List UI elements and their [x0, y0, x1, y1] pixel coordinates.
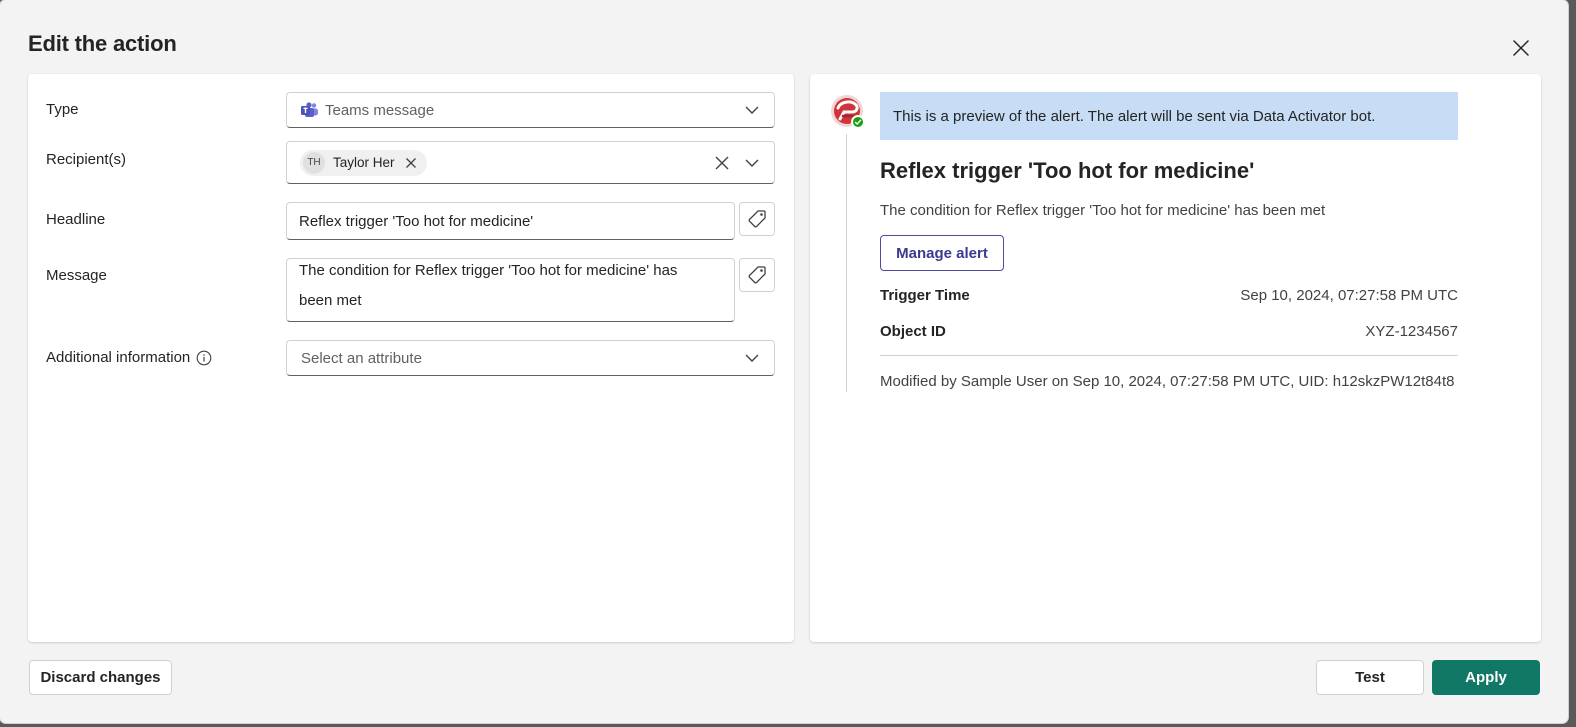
clear-icon[interactable]: [714, 155, 730, 171]
modified-by-text: Modified by Sample User on Sep 10, 2024,…: [880, 373, 1455, 390]
trigger-time-value: Sep 10, 2024, 07:27:58 PM UTC: [1240, 287, 1458, 304]
additional-info-label-text: Additional information: [46, 349, 191, 366]
close-button[interactable]: [1506, 33, 1536, 63]
headline-input[interactable]: Reflex trigger 'Too hot for medicine': [286, 202, 735, 240]
message-label: Message: [46, 267, 107, 284]
recipient-name: Taylor Her: [333, 155, 395, 170]
message-value: The condition for Reflex trigger 'Too ho…: [299, 262, 678, 309]
type-dropdown[interactable]: Teams message: [286, 92, 775, 128]
object-id-value: XYZ-1234567: [1365, 323, 1458, 340]
alert-preview-panel: This is a preview of the alert. The aler…: [810, 74, 1541, 642]
message-insert-tag-button[interactable]: [739, 258, 775, 292]
additional-info-placeholder: Select an attribute: [301, 349, 422, 367]
additional-info-dropdown[interactable]: Select an attribute: [286, 340, 775, 376]
preview-banner-text: This is a preview of the alert. The aler…: [893, 107, 1376, 125]
preview-message: The condition for Reflex trigger 'Too ho…: [880, 202, 1326, 219]
status-badge: [851, 115, 865, 129]
edit-action-dialog: Edit the action Type Teams message Recip…: [0, 0, 1568, 723]
message-label-text: Message: [46, 267, 107, 284]
trigger-time-key: Trigger Time: [880, 287, 970, 304]
apply-button[interactable]: Apply: [1432, 660, 1540, 695]
test-button[interactable]: Test: [1316, 660, 1424, 695]
recipients-label-text: Recipient(s): [46, 151, 127, 168]
teams-icon: [301, 102, 318, 117]
dialog-title: Edit the action: [28, 31, 177, 56]
chevron-down-icon: [744, 350, 760, 366]
avatar: TH: [303, 151, 325, 174]
discard-changes-button[interactable]: Discard changes: [29, 660, 172, 695]
recipient-chip[interactable]: TH Taylor Her: [300, 149, 427, 176]
info-icon[interactable]: [196, 350, 212, 366]
chevron-down-icon[interactable]: [744, 155, 760, 171]
recipients-label: Recipient(s): [46, 151, 126, 168]
headline-label: Headline: [46, 211, 105, 228]
type-label-text: Type: [46, 101, 79, 118]
message-input[interactable]: The condition for Reflex trigger 'Too ho…: [286, 258, 735, 322]
tag-icon: [748, 210, 766, 228]
headline-insert-tag-button[interactable]: [739, 202, 775, 236]
headline-value: Reflex trigger 'Too hot for medicine': [299, 212, 534, 230]
object-id-row: Object ID XYZ-1234567: [880, 323, 1458, 340]
preview-title: Reflex trigger 'Too hot for medicine': [880, 158, 1255, 183]
dismiss-icon[interactable]: [405, 157, 417, 169]
preview-banner: This is a preview of the alert. The aler…: [880, 92, 1458, 140]
action-form-panel: Type Teams message Recipient(s) TH Taylo…: [28, 74, 794, 642]
divider: [880, 355, 1458, 356]
close-icon: [1513, 40, 1529, 56]
manage-alert-button[interactable]: Manage alert: [880, 235, 1004, 271]
chevron-down-icon: [744, 102, 760, 118]
tag-icon: [748, 266, 766, 284]
thread-divider: [846, 134, 847, 392]
object-id-key: Object ID: [880, 323, 946, 340]
type-value: Teams message: [325, 101, 435, 119]
checkmark-icon: [854, 119, 862, 125]
type-label: Type: [46, 101, 79, 118]
recipients-picker[interactable]: TH Taylor Her: [286, 141, 775, 184]
additional-info-label: Additional information: [46, 349, 212, 366]
trigger-time-row: Trigger Time Sep 10, 2024, 07:27:58 PM U…: [880, 287, 1458, 304]
headline-label-text: Headline: [46, 211, 106, 228]
